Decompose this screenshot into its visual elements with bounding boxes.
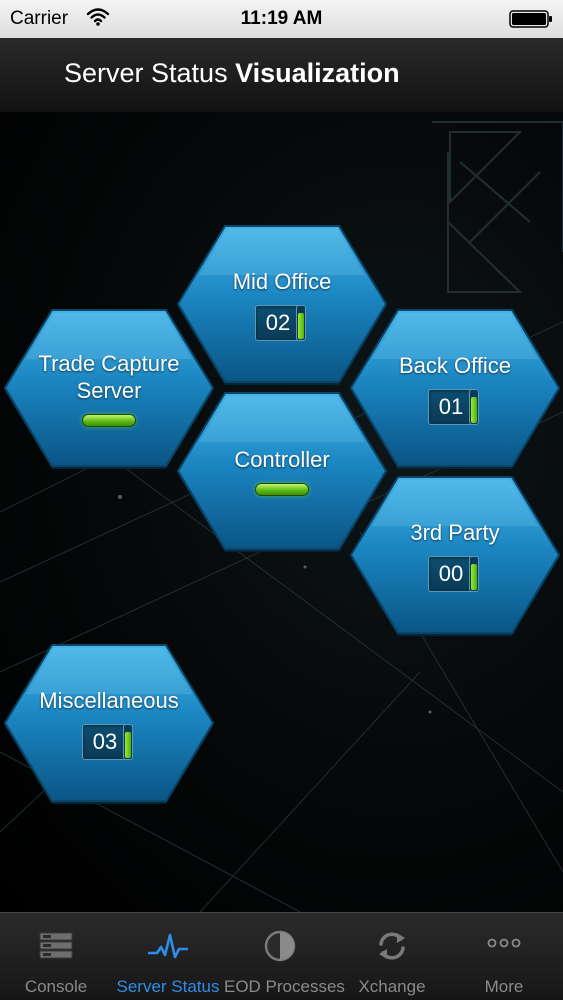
page-title: Server Status Visualization xyxy=(64,58,400,89)
pulse-icon xyxy=(148,933,188,959)
server-hex-label: Back Office xyxy=(348,352,562,379)
server-count-display: 03 xyxy=(82,724,136,760)
tab-bar: Console Server Status EOD Processes Xcha… xyxy=(0,912,563,1000)
server-load-gauge xyxy=(469,556,479,592)
status-time: 11:19 AM xyxy=(240,8,323,29)
server-status-visualization: Mid Office 02 Trade Capture Server Back Offi… xyxy=(0,112,563,912)
server-count-display: 00 xyxy=(428,556,482,592)
tab-eod-processes[interactable]: EOD Processes xyxy=(224,913,345,1000)
tab-server-status-label: Server Status xyxy=(116,977,220,996)
hexagon-shape xyxy=(3,644,215,804)
more-dots-icon xyxy=(487,938,521,948)
server-count-display: 01 xyxy=(428,389,482,425)
tab-more-label: More xyxy=(484,977,524,996)
server-hex-label-line: 3rd Party xyxy=(410,520,500,545)
tab-console[interactable]: Console xyxy=(0,913,112,1000)
server-hex-label-line: Back Office xyxy=(398,353,512,378)
server-load-gauge-fill xyxy=(125,732,131,758)
server-load-gauge xyxy=(296,305,306,341)
server-hex-miscellaneous[interactable]: Miscellaneous 03 xyxy=(2,642,216,804)
tab-eod-processes-label: EOD Processes xyxy=(224,977,345,996)
server-hex-label: Mid Office xyxy=(175,268,389,295)
server-load-gauge xyxy=(123,724,133,760)
half-circle-icon xyxy=(264,930,296,962)
server-hex-label: Miscellaneous xyxy=(2,687,216,714)
server-count-value: 02 xyxy=(255,305,301,341)
battery-icon xyxy=(509,10,552,28)
page-title-bold: Visualization xyxy=(235,58,400,88)
server-count-value: 03 xyxy=(82,724,128,760)
app-screen: Carrier 11:19 AM Server Status Visualiza… xyxy=(0,0,563,1000)
server-status-indicator xyxy=(255,483,309,496)
server-load-gauge-fill xyxy=(471,397,477,423)
navigation-bar: Server Status Visualization xyxy=(0,38,563,113)
tab-xchange-label: Xchange xyxy=(358,977,426,996)
hexagon-shape xyxy=(349,476,561,636)
tab-console-label: Console xyxy=(24,977,88,996)
sync-arrows-icon xyxy=(379,932,405,960)
server-count-value: 00 xyxy=(428,556,474,592)
status-bar: Carrier 11:19 AM xyxy=(0,0,563,38)
page-title-regular: Server Status xyxy=(64,58,228,88)
server-hex-label-line: Mid Office xyxy=(232,269,332,294)
tab-server-status[interactable]: Server Status xyxy=(112,913,224,1000)
server-hex-3rd-party[interactable]: 3rd Party 00 xyxy=(348,474,562,636)
server-hex-label: 3rd Party xyxy=(348,519,562,546)
server-hex-label-line: Trade Capture xyxy=(38,351,180,376)
server-load-gauge xyxy=(469,389,479,425)
server-hex-label-line: Miscellaneous xyxy=(39,688,179,713)
server-count-display: 02 xyxy=(255,305,309,341)
server-status-indicator xyxy=(82,414,136,427)
server-load-gauge-fill xyxy=(471,564,477,590)
server-load-gauge-fill xyxy=(298,313,304,339)
tab-more[interactable]: More xyxy=(448,913,560,1000)
tab-xchange[interactable]: Xchange xyxy=(336,913,448,1000)
server-hex-label: Controller xyxy=(175,446,389,473)
server-count-value: 01 xyxy=(428,389,474,425)
server-hex-label-line: Controller xyxy=(234,447,330,472)
server-rack-icon xyxy=(39,932,73,959)
